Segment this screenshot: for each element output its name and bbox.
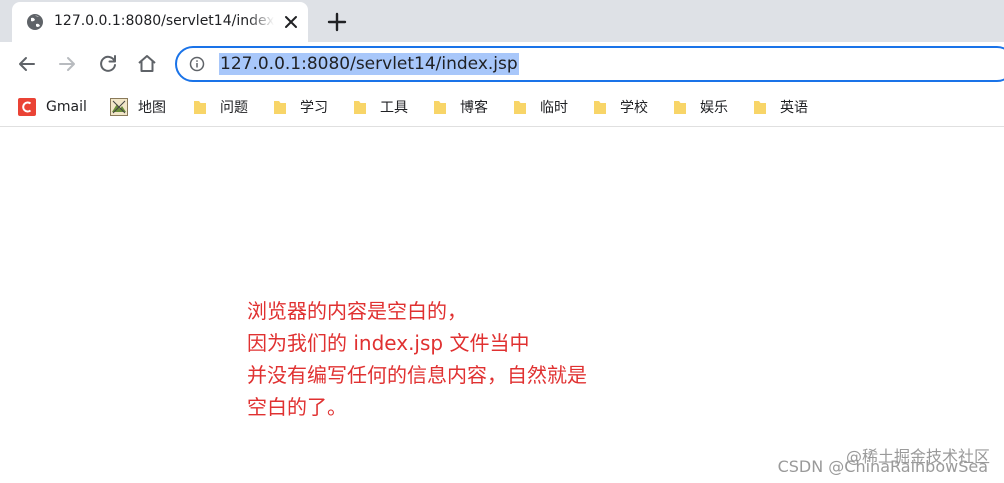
page-content: 浏览器的内容是空白的， 因为我们的 index.jsp 文件当中 并没有编写任何… (0, 127, 1004, 483)
new-tab-plus-icon[interactable] (326, 11, 348, 33)
back-arrow-icon[interactable] (15, 52, 39, 76)
folder-icon (674, 101, 686, 114)
active-tab[interactable]: 127.0.0.1:8080/servlet14/index.jsp (12, 2, 308, 42)
folder-icon (274, 101, 286, 114)
bookmark-label: 学习 (300, 100, 328, 116)
annotation-line: 并没有编写任何的信息内容，自然就是 (247, 363, 587, 387)
annotation-line: 浏览器的内容是空白的， (247, 299, 467, 323)
gmail-icon (18, 98, 36, 116)
watermark-csdn: CSDN @ChinaRainbowSea (777, 457, 988, 476)
tab-title: 127.0.0.1:8080/servlet14/index.jsp (54, 13, 274, 29)
bookmark-folder-linshi[interactable]: 临时 (512, 96, 568, 118)
bookmark-label: 博客 (460, 100, 488, 116)
bookmark-map[interactable]: 地图 (110, 96, 166, 118)
browser-window: 127.0.0.1:8080/servlet14/index.jsp (0, 0, 1004, 483)
annotation-line: 因为我们的 index.jsp 文件当中 (247, 331, 530, 355)
bookmarks-bar: Gmail 地图 问题 学习 工具 博客 临时 学校 娱乐 英语 (0, 88, 1004, 127)
info-icon[interactable] (189, 56, 205, 72)
bookmark-folder-wenti[interactable]: 问题 (192, 96, 248, 118)
folder-icon (594, 101, 606, 114)
url-text[interactable]: 127.0.0.1:8080/servlet14/index.jsp (219, 53, 519, 75)
folder-icon (754, 101, 766, 114)
toolbar: 127.0.0.1:8080/servlet14/index.jsp (0, 42, 1004, 88)
map-icon (110, 98, 128, 116)
folder-icon (514, 101, 526, 114)
close-icon[interactable] (282, 13, 300, 31)
folder-icon (434, 101, 446, 114)
annotation-text: 浏览器的内容是空白的， 因为我们的 index.jsp 文件当中 并没有编写任何… (247, 295, 587, 423)
bookmark-label: 工具 (380, 100, 408, 116)
folder-icon (194, 101, 206, 114)
bookmark-label: 英语 (780, 100, 808, 116)
bookmark-folder-gongju[interactable]: 工具 (352, 96, 408, 118)
forward-arrow-icon[interactable] (55, 52, 79, 76)
address-bar[interactable]: 127.0.0.1:8080/servlet14/index.jsp (175, 46, 1004, 82)
bookmark-label: Gmail (46, 99, 87, 115)
bookmark-folder-yingyu[interactable]: 英语 (752, 96, 808, 118)
home-icon[interactable] (135, 52, 159, 76)
bookmark-label: 问题 (220, 100, 248, 116)
bookmark-folder-yule[interactable]: 娱乐 (672, 96, 728, 118)
folder-icon (354, 101, 366, 114)
annotation-line: 空白的了。 (247, 395, 347, 419)
bookmark-label: 地图 (138, 100, 166, 116)
bookmark-label: 临时 (540, 100, 568, 116)
bookmark-folder-xuexiao[interactable]: 学校 (592, 96, 648, 118)
bookmark-label: 娱乐 (700, 100, 728, 116)
reload-icon[interactable] (96, 52, 120, 76)
bookmark-folder-xuexi[interactable]: 学习 (272, 96, 328, 118)
globe-icon (27, 14, 43, 30)
tab-strip: 127.0.0.1:8080/servlet14/index.jsp (0, 0, 1004, 42)
bookmark-gmail[interactable]: Gmail (18, 96, 87, 118)
bookmark-folder-boke[interactable]: 博客 (432, 96, 488, 118)
bookmark-label: 学校 (620, 100, 648, 116)
